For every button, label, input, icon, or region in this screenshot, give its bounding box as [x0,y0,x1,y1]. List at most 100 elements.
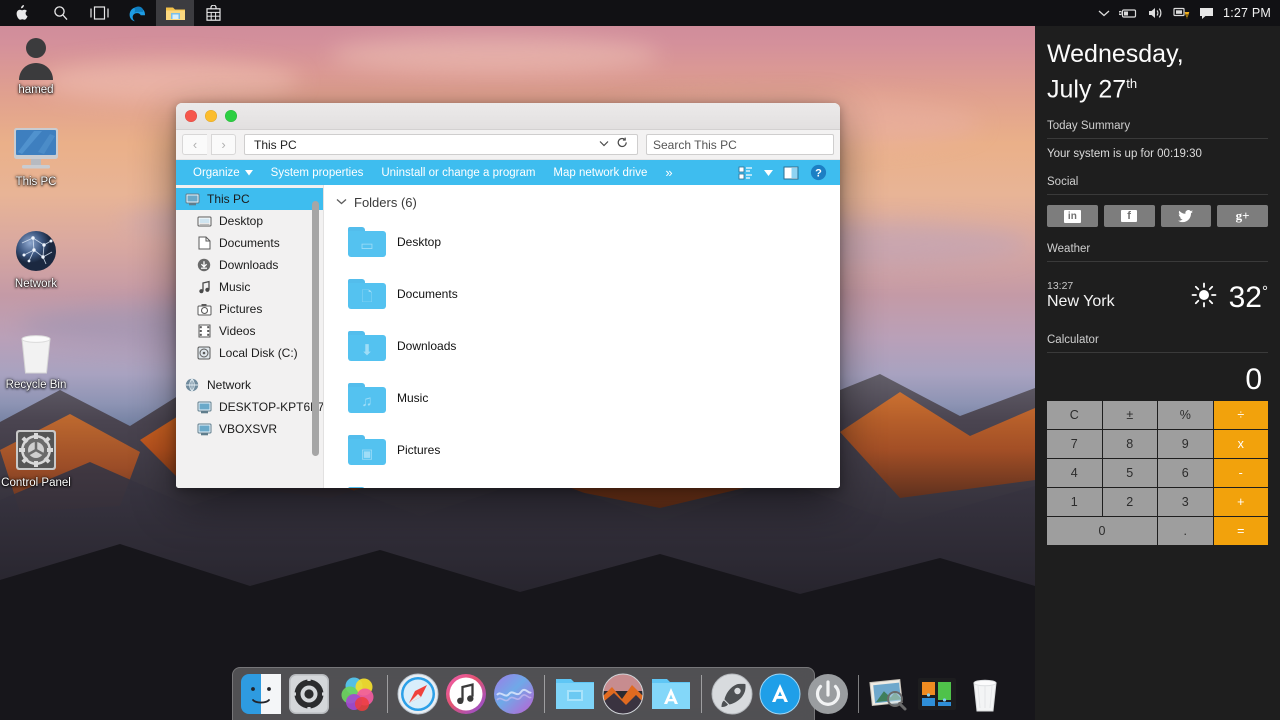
dock-item-app-store[interactable] [759,673,801,715]
close-button[interactable] [185,110,197,122]
calc-key-5[interactable]: 5 [1102,459,1157,488]
search-input[interactable]: Search This PC [646,134,834,155]
clock[interactable]: 1:27 PM [1223,6,1271,20]
calc-key-2[interactable]: 2 [1102,488,1157,517]
desktop-icon-recycle-bin[interactable]: Recycle Bin [0,325,72,391]
calc-key-8[interactable]: 8 [1102,430,1157,459]
calc-key-clear[interactable]: C [1047,401,1102,430]
folder-tile-desktop[interactable]: ▭ Desktop [334,216,596,268]
sidebar-item-desktop[interactable]: Desktop [176,210,323,232]
calc-key-multiply[interactable]: x [1213,430,1268,459]
back-button[interactable]: ‹ [182,134,207,155]
map-network-drive-button[interactable]: Map network drive [544,167,656,179]
sidebar-item-videos[interactable]: Videos [176,320,323,342]
apple-menu-icon[interactable] [0,0,42,26]
calc-key-plusminus[interactable]: ± [1102,401,1157,430]
dock-item-safari[interactable] [397,673,439,715]
network-status-button[interactable] [1173,6,1190,20]
file-explorer-taskbar-button[interactable] [156,0,194,26]
refresh-icon[interactable] [613,137,632,152]
help-button[interactable]: ? [806,162,830,183]
calc-key-0[interactable]: 0 [1047,517,1157,546]
dock-item-launchpad[interactable] [711,673,753,715]
dock-item-finder[interactable] [240,673,282,715]
organize-button[interactable]: Organize [184,167,262,179]
content-pane[interactable]: Folders (6) ▭ Desktop 🗋 Documents ⬇ Down… [324,185,840,488]
sidebar-item-pictures[interactable]: Pictures [176,298,323,320]
calc-key-4[interactable]: 4 [1047,459,1102,488]
chevron-down-icon[interactable] [336,197,347,208]
maximize-button[interactable] [225,110,237,122]
folder-tile-music[interactable]: ♫ Music [334,372,596,424]
dock-item-mission-control[interactable] [916,673,958,715]
sidebar-item-vboxsvr[interactable]: VBOXSVR [176,418,323,440]
desktop-icon-hamed[interactable]: hamed [0,30,72,96]
spotlight-search-icon[interactable] [42,0,80,26]
folder-tile-videos[interactable]: ▥ Videos [334,476,596,488]
dock-item-documents-folder[interactable] [554,673,596,715]
folder-tile-downloads[interactable]: ⬇ Downloads [334,320,596,372]
navigation-pane-scrollbar[interactable] [312,201,319,456]
action-center-button[interactable] [1199,6,1214,20]
sidebar-item-desktop-kpt6f75[interactable]: DESKTOP-KPT6F75 [176,396,323,418]
minimize-button[interactable] [205,110,217,122]
twitter-button[interactable] [1160,205,1212,228]
calc-key-decimal[interactable]: . [1158,517,1213,546]
dock-item-system-preferences[interactable] [288,673,330,715]
date-day: Wednesday, [1047,40,1184,68]
linkedin-button[interactable]: in [1047,205,1098,228]
folders-group-header[interactable]: Folders (6) [334,195,840,210]
view-dropdown-button[interactable] [760,162,776,183]
forward-button[interactable]: › [211,134,236,155]
facebook-button[interactable]: f [1103,205,1155,228]
dock-item-photos[interactable] [336,673,378,715]
file-explorer-window[interactable]: ‹ › This PC Search This PC Organize Syst… [176,103,840,488]
desktop-icon-this-pc[interactable]: This PC [0,122,72,188]
folder-tile-label: Music [397,391,429,405]
edge-browser-button[interactable] [118,0,156,26]
system-properties-button[interactable]: System properties [262,167,373,179]
calc-key-percent[interactable]: % [1158,401,1213,430]
desktop-icon-control-panel[interactable]: Control Panel [0,423,72,489]
dock-item-trash[interactable] [964,673,1006,715]
task-view-button[interactable] [80,0,118,26]
weather-widget[interactable]: 13:27 New York 32° [1047,272,1268,318]
calc-key-divide[interactable]: ÷ [1213,401,1268,430]
calc-key-6[interactable]: 6 [1158,459,1213,488]
battery-status-button[interactable] [1119,7,1138,19]
store-button[interactable] [194,0,232,26]
desktop-icon-network[interactable]: Network [0,224,72,290]
view-options-button[interactable] [733,162,757,183]
chevron-down-icon[interactable] [595,139,613,150]
sidebar-item-documents[interactable]: Documents [176,232,323,254]
calc-key-9[interactable]: 9 [1158,430,1213,459]
uninstall-program-button[interactable]: Uninstall or change a program [372,167,544,179]
sidebar-item-music[interactable]: Music [176,276,323,298]
folder-tile-documents[interactable]: 🗋 Documents [334,268,596,320]
dock-item-itunes[interactable] [445,673,487,715]
dock-item-power[interactable] [807,673,849,715]
sidebar-item-local-disk[interactable]: Local Disk (C:) [176,342,323,364]
calc-key-plus[interactable]: + [1213,488,1268,517]
sidebar-item-downloads[interactable]: Downloads [176,254,323,276]
dock-item-wallpaper-thumbnail[interactable] [602,673,644,715]
toolbar-overflow-button[interactable]: » [656,165,681,180]
google-plus-button[interactable]: g+ [1217,205,1268,228]
address-bar[interactable]: This PC [244,134,638,155]
calc-key-3[interactable]: 3 [1158,488,1213,517]
dock-item-preview[interactable] [868,673,910,715]
preview-pane-button[interactable] [779,162,803,183]
sidebar-item-network[interactable]: Network [176,374,323,396]
sidebar-item-this-pc[interactable]: This PC [176,188,323,210]
dock-item-siri[interactable] [493,673,535,715]
volume-button[interactable] [1147,6,1164,20]
show-hidden-icons-button[interactable] [1098,9,1110,17]
calc-key-1[interactable]: 1 [1047,488,1102,517]
window-title-bar[interactable] [176,103,840,130]
folder-tile-pictures[interactable]: ▣ Pictures [334,424,596,476]
calc-key-minus[interactable]: - [1213,459,1268,488]
calc-key-7[interactable]: 7 [1047,430,1102,459]
dock-item-applications-folder[interactable] [650,673,692,715]
navigation-pane[interactable]: This PC Desktop Documents Downloads Musi… [176,185,324,488]
calc-key-equals[interactable]: = [1213,517,1268,546]
